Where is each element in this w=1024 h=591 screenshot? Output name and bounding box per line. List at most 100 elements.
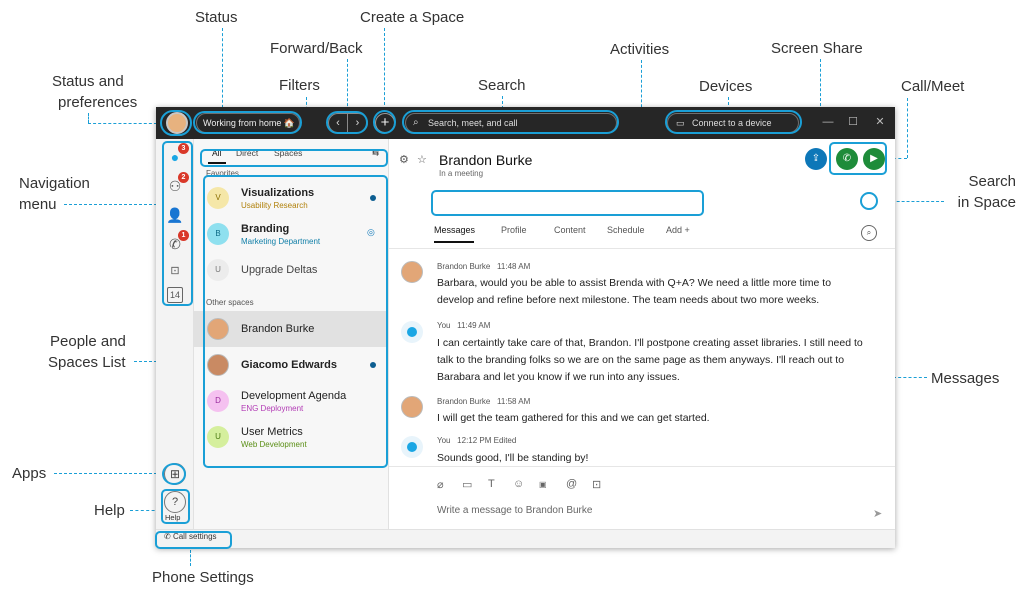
close-icon[interactable]: ✕ <box>872 114 888 130</box>
filter-spaces[interactable]: Spaces <box>274 148 302 158</box>
contact-name: Giacomo Edwards <box>241 359 337 371</box>
connect-device-button[interactable]: ▭ Connect to a device <box>667 113 799 133</box>
create-space-button[interactable]: + <box>375 113 395 133</box>
tab-content[interactable]: Content <box>554 225 586 235</box>
gif-icon[interactable]: ▣ <box>539 480 547 489</box>
callout-call-meet: Call/Meet <box>901 78 965 95</box>
filter-all[interactable]: All <box>212 148 221 158</box>
tab-schedule[interactable]: Schedule <box>607 225 645 235</box>
message-meta: You 11:49 AM <box>437 321 490 330</box>
message-time: 11:58 AM <box>497 397 531 406</box>
people-spaces-list: All Direct Spaces ⇆ Favorites V Visualiz… <box>194 139 389 529</box>
space-subtitle: Usability Research <box>241 201 308 210</box>
leader-phone-settings <box>190 550 191 566</box>
message-sender: Brandon Burke <box>437 262 491 271</box>
tab-messages[interactable]: Messages <box>434 225 475 235</box>
chevron-left-icon: ‹ <box>336 117 340 129</box>
tab-profile[interactable]: Profile <box>501 225 527 235</box>
back-button[interactable]: ‹ <box>328 113 348 133</box>
call-settings-button[interactable]: ✆ Call settings <box>164 532 217 541</box>
avatar <box>401 321 423 343</box>
message-sender: You <box>437 321 451 330</box>
message-time: 11:49 AM <box>457 321 491 330</box>
settings-icon[interactable]: ⚙ <box>399 153 409 166</box>
space-title: Upgrade Deltas <box>241 264 318 276</box>
list-item-visualizations[interactable]: V Visualizations Usability Research <box>194 180 389 216</box>
app-window: Working from home 🏠 ‹ › + ⌕ Search, meet… <box>156 107 895 548</box>
send-icon[interactable]: ➤ <box>873 507 882 520</box>
message-meta: You 12:12 PM Edited <box>437 436 516 445</box>
attach-icon[interactable]: ⌀ <box>437 478 444 491</box>
space-header-status: In a meeting <box>439 169 484 178</box>
chevron-right-icon: › <box>355 117 360 129</box>
screen-capture-icon[interactable]: ⊡ <box>592 478 601 491</box>
emoji-icon[interactable]: ☺ <box>513 478 524 490</box>
format-icon[interactable]: T <box>488 478 495 490</box>
leader-navigation <box>64 204 162 205</box>
message-text: Sounds good, I'll be standing by! <box>437 452 589 464</box>
callout-status-prefs-1: Status and <box>52 73 124 90</box>
callout-navigation-1: Navigation <box>19 175 90 192</box>
list-item-upgrade-deltas[interactable]: U Upgrade Deltas <box>194 252 389 288</box>
message-time: 12:12 PM Edited <box>457 436 517 445</box>
space-subtitle: ENG Deployment <box>241 404 304 413</box>
callout-status: Status <box>195 9 238 26</box>
space-title: User Metrics <box>241 426 303 438</box>
screen-share-button[interactable]: ⇪ <box>805 148 827 170</box>
list-item-giacomo-edwards[interactable]: Giacomo Edwards <box>194 347 389 383</box>
messaging-badge: 3 <box>178 143 189 154</box>
audio-call-button[interactable]: ✆ <box>836 148 858 170</box>
space-avatar: B <box>207 223 229 245</box>
leader-apps <box>54 473 162 474</box>
list-item-branding[interactable]: B Branding Marketing Department ◎ <box>194 216 389 252</box>
mention-icon[interactable]: @ <box>566 478 577 490</box>
message-input[interactable]: Write a message to Brandon Burke <box>437 505 592 516</box>
star-icon[interactable]: ☆ <box>417 153 427 166</box>
call-settings-label: Call settings <box>172 532 217 541</box>
navigation-menu: ● 3 ⚇ 2 👤 ✆ 1 ⊡ 14 ⊞ ? Help <box>156 139 194 529</box>
callout-people-2: Spaces List <box>48 354 126 371</box>
help-icon[interactable]: ? <box>164 491 186 513</box>
callout-people-1: People and <box>50 333 126 350</box>
message-meta: Brandon Burke 11:58 AM <box>437 397 530 406</box>
filter-bar: All Direct Spaces ⇆ <box>202 145 382 164</box>
callout-apps: Apps <box>12 465 47 482</box>
user-avatar[interactable] <box>166 112 188 134</box>
whiteboard-icon[interactable]: ▭ <box>462 478 472 491</box>
search-input[interactable]: ⌕ Search, meet, and call <box>405 113 617 133</box>
list-item-development-agenda[interactable]: D Development Agenda ENG Deployment <box>194 383 389 419</box>
message-time: 11:48 AM <box>497 262 531 271</box>
leader-status-prefs-h <box>88 123 162 124</box>
voicemail-icon[interactable]: ⊡ <box>165 261 185 281</box>
space-avatar: D <box>207 390 229 412</box>
calendar-icon[interactable]: 14 <box>167 287 183 303</box>
video-call-button[interactable]: ▶ <box>863 148 885 170</box>
message-text: Barbara, would you be able to assist Bre… <box>437 277 832 306</box>
forward-button[interactable]: › <box>348 113 368 133</box>
device-label: Connect to a device <box>692 118 772 128</box>
callout-phone-settings: Phone Settings <box>152 569 254 586</box>
leader-create-space <box>384 28 385 110</box>
search-icon: ⌕ <box>413 117 419 128</box>
status-button[interactable]: Working from home 🏠 <box>196 113 300 133</box>
list-item-user-metrics[interactable]: U User Metrics Web Development <box>194 419 389 455</box>
tab-add[interactable]: Add + <box>666 225 690 235</box>
video-icon: ▶ <box>870 153 878 164</box>
list-item-brandon-burke[interactable]: Brandon Burke <box>194 311 389 347</box>
leader-status <box>222 28 223 113</box>
space-title: Development Agenda <box>241 390 347 402</box>
calling-badge: 1 <box>178 230 189 241</box>
apps-icon[interactable]: ⊞ <box>164 463 186 485</box>
leader-status-prefs-v <box>88 113 89 123</box>
space-header-title: Brandon Burke <box>439 152 533 168</box>
search-in-space-icon[interactable]: ⌕ <box>861 225 877 241</box>
callout-screen-share: Screen Share <box>771 40 863 57</box>
filter-direct[interactable]: Direct <box>236 148 258 158</box>
contacts-icon[interactable]: 👤 <box>165 205 185 225</box>
minimize-icon[interactable]: — <box>820 114 836 130</box>
callout-status-prefs-2: preferences <box>58 94 138 111</box>
filter-options-icon[interactable]: ⇆ <box>372 148 379 159</box>
phone-icon: ✆ <box>842 153 852 164</box>
maximize-icon[interactable]: ☐ <box>845 114 861 130</box>
space-title: Branding <box>241 223 290 235</box>
